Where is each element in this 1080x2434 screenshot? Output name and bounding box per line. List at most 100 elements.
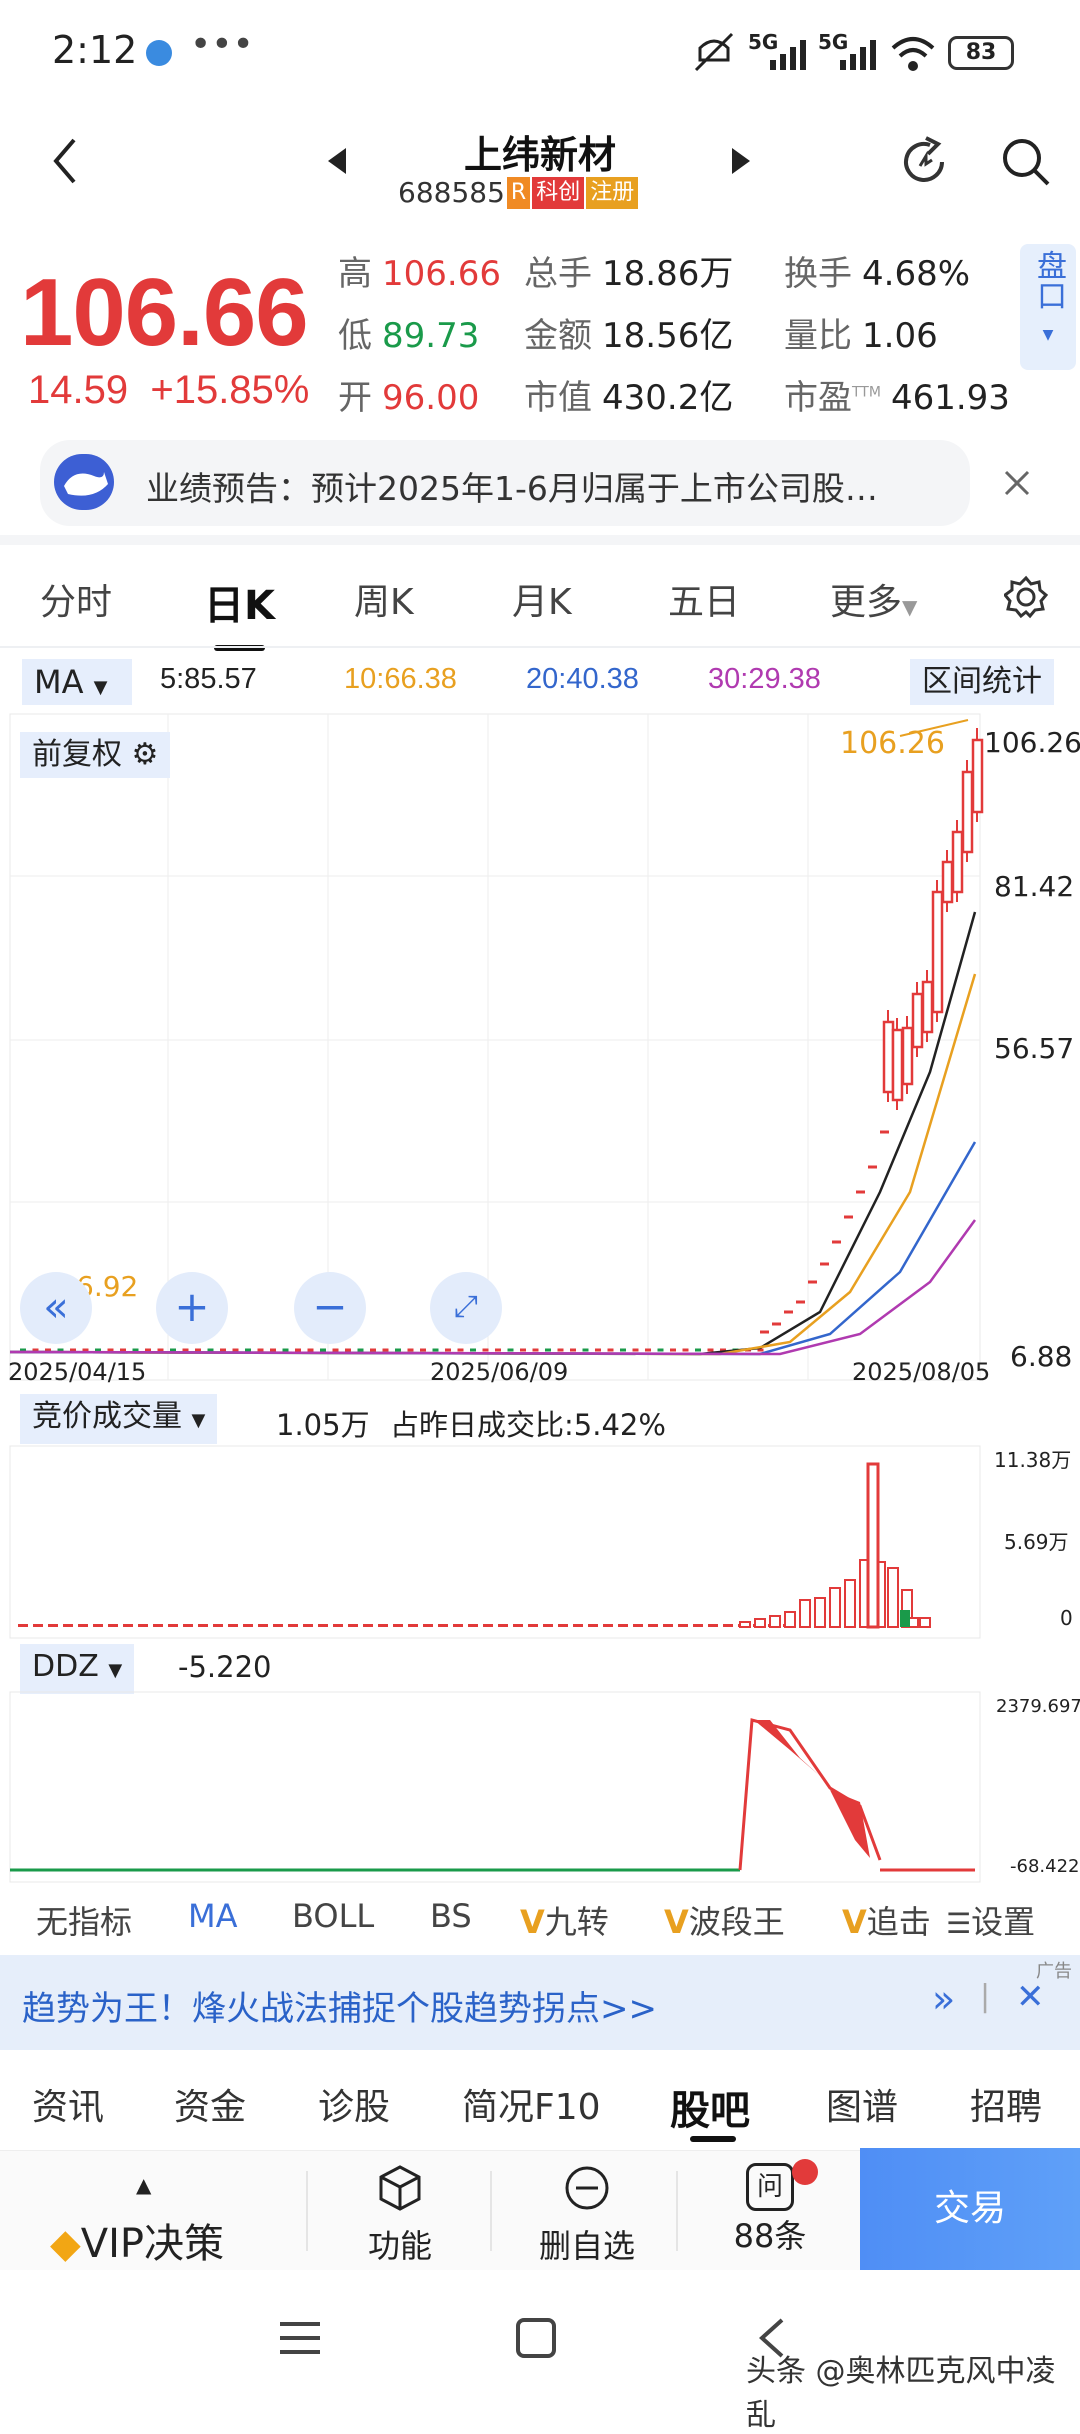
search-icon[interactable]: [998, 134, 1054, 190]
earnings-notice[interactable]: 业绩预告：预计2025年1-6月归属于上市公司股…: [40, 440, 970, 526]
vip-diamond-icon: ◆: [50, 2221, 81, 2267]
tab-zhouk[interactable]: 周K: [354, 573, 414, 625]
tab-more[interactable]: 更多▼: [830, 573, 917, 625]
chart-frame: [9, 1691, 981, 1883]
ind-zhuiji-label: 追击: [866, 1903, 931, 1941]
volume-selector[interactable]: 竞价成交量 ▼: [20, 1394, 218, 1444]
ddz-selector[interactable]: DDZ ▼: [20, 1644, 135, 1694]
fullscreen-button[interactable]: ⤢: [430, 1272, 502, 1344]
stock-code: 688585: [398, 176, 505, 209]
ddz-axis-0: 2379.697: [996, 1696, 1080, 1717]
tab-wuri[interactable]: 五日: [668, 573, 740, 625]
volume-bar: [93, 1624, 103, 1627]
vip-button[interactable]: ▲ ◆VIP决策: [40, 2151, 280, 2271]
ad-banner[interactable]: 趋势为王！烽火战法捕捉个股趋势拐点>> 广告 » | ✕: [0, 1955, 1080, 2050]
volume-bar: [723, 1624, 733, 1627]
ad-chevron-icon: »: [932, 1977, 956, 2021]
ind-boll[interactable]: BOLL: [292, 1897, 374, 1935]
vol-axis-1: 5.69万: [1004, 1530, 1069, 1554]
volume-bar: [919, 1617, 931, 1628]
tab-yuek[interactable]: 月K: [512, 573, 572, 625]
ind-boduanwang-label: 波段王: [688, 1903, 785, 1941]
ask-button[interactable]: 问 88条: [700, 2151, 840, 2271]
turnover-value: 4.68%: [862, 254, 971, 294]
ind-jiuzhuan[interactable]: V九转: [520, 1897, 609, 1943]
axis-price-3: 6.88: [1010, 1340, 1073, 1373]
next-stock-icon[interactable]: [730, 146, 752, 176]
ad-close-icon[interactable]: ✕: [1016, 1977, 1045, 2017]
volume-bar: [799, 1599, 811, 1628]
ind-zhuiji[interactable]: V追击: [842, 1897, 931, 1943]
change-value: 14.59: [28, 368, 129, 412]
tab-tupu[interactable]: 图谱: [826, 2078, 898, 2130]
open-value: 96.00: [382, 378, 480, 418]
ind-settings[interactable]: ☰设置: [946, 1897, 1035, 1943]
fuquan-button[interactable]: 前复权 ⚙: [20, 732, 171, 778]
function-button[interactable]: 功能: [330, 2151, 470, 2271]
divider: [0, 535, 1080, 545]
tab-zhaopin[interactable]: 招聘: [970, 2078, 1042, 2130]
ind-none[interactable]: 无指标: [36, 1897, 132, 1943]
scroll-left-button[interactable]: «: [20, 1272, 92, 1344]
ddz-row: DDZ ▼ -5.220: [0, 1640, 1080, 1694]
cube-icon: [379, 2165, 421, 2211]
volume-bar: [423, 1624, 433, 1627]
tab-f10[interactable]: 简况F10: [462, 2078, 601, 2130]
candle-body: [961, 770, 974, 854]
remove-watchlist-button[interactable]: 删自选: [512, 2151, 662, 2271]
ma30-value: 30:29.38: [708, 663, 821, 695]
volume-bar-peak: [866, 1462, 880, 1629]
list-settings-icon: ☰: [946, 1907, 972, 1940]
volume-bar: [814, 1597, 826, 1628]
more-caret-icon: ▼: [902, 595, 918, 619]
ind-settings-label: 设置: [971, 1903, 1036, 1941]
v-badge-icon: V: [520, 1903, 545, 1941]
volume-chart[interactable]: 11.38万 5.69万 0: [0, 1444, 1080, 1640]
menu-icon[interactable]: [278, 2318, 322, 2358]
volume-bar: [153, 1624, 163, 1627]
range-stat-button[interactable]: 区间统计: [910, 659, 1054, 705]
volume-bar: [213, 1624, 223, 1627]
last-price: 106.66: [20, 259, 309, 366]
ma-selector[interactable]: MA ▼: [22, 659, 132, 705]
vratio-label: 量比: [784, 316, 852, 356]
ind-ma[interactable]: MA: [188, 1897, 238, 1935]
stock-header: 上纬新材 688585 R 科创 注册: [0, 110, 1080, 230]
ind-boduanwang[interactable]: V波段王: [664, 1897, 785, 1943]
ddz-svg: [9, 1691, 981, 1883]
pe-ttm-sup: TTM: [852, 384, 881, 401]
axis-price-0: 106.26: [984, 726, 1080, 759]
close-notice-icon[interactable]: [1002, 468, 1032, 498]
refresh-icon[interactable]: [896, 134, 952, 190]
tab-indicator: [690, 2136, 736, 2142]
zoom-in-button[interactable]: +: [156, 1272, 228, 1344]
axis-price-2: 56.57: [994, 1032, 1075, 1065]
volume-bar: [258, 1624, 268, 1627]
ind-bs[interactable]: BS: [430, 1897, 472, 1935]
volume-value: 18.86万: [602, 254, 734, 294]
pankou-button[interactable]: 盘口 ▼: [1020, 244, 1076, 370]
zoom-out-button[interactable]: −: [294, 1272, 366, 1344]
tab-zhengu[interactable]: 诊股: [318, 2078, 390, 2130]
divider: [490, 2171, 492, 2251]
tab-zixun[interactable]: 资讯: [32, 2078, 104, 2130]
tab-zijin[interactable]: 资金: [174, 2078, 246, 2130]
chart-settings-icon[interactable]: [1004, 575, 1048, 619]
ma5-value: 5:85.57: [160, 663, 257, 695]
tab-guba[interactable]: 股吧: [670, 2078, 750, 2136]
plus-icon: +: [174, 1282, 210, 1331]
ddz-chart[interactable]: 2379.697 -68.422: [0, 1690, 1080, 1885]
expand-icon: ⤢: [454, 1289, 478, 1324]
open-label: 开: [338, 378, 372, 418]
candle-body: [921, 980, 934, 1034]
trade-button[interactable]: 交易: [860, 2148, 1080, 2270]
tab-fenshi[interactable]: 分时: [40, 573, 112, 625]
tab-rik[interactable]: 日K: [204, 573, 275, 651]
home-icon[interactable]: [514, 2316, 558, 2360]
kline-chart[interactable]: 前复权 ⚙ 106.26 6.92 106.26 81.42 56.57 6.8…: [0, 712, 1080, 1392]
mcap-label: 市值: [524, 378, 592, 418]
max-price-label: 106.26: [840, 726, 945, 761]
pankou-label: 盘口: [1031, 250, 1066, 310]
volume-bar: [228, 1624, 238, 1627]
volume-bar: [573, 1624, 583, 1627]
